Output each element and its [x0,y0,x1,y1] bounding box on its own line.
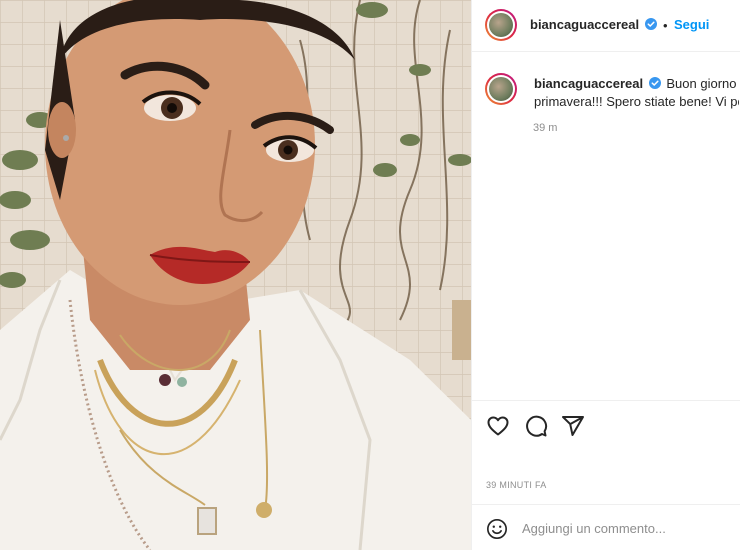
post-actions [472,400,740,450]
verified-badge-icon [648,77,661,89]
posted-time[interactable]: 39 MINUTI FA [486,480,547,490]
heart-icon[interactable] [486,414,510,438]
author-username[interactable]: biancaguaccereal [530,17,639,32]
caption-line2: primavera!!! Spero stiate bene! Vi por [534,94,739,109]
caption-avatar[interactable] [485,73,517,105]
verified-badge-icon [645,18,657,30]
separator-dot: • [663,18,668,33]
caption-timestamp[interactable]: 39 m [533,122,557,134]
caption-username[interactable]: biancaguaccereal [534,76,643,91]
caption-line1: Buon giorno r [666,76,739,91]
comment-input[interactable] [522,518,722,538]
post-side-panel: biancaguaccereal • Segui biancaguaccerea… [471,0,740,550]
post-photo[interactable] [0,0,471,550]
follow-button[interactable]: Segui [674,17,709,32]
author-avatar[interactable] [485,9,517,41]
post-caption: biancaguaccereal Buon giorno r primavera… [534,75,739,111]
comment-bar [472,504,740,550]
selfie-image [0,0,471,550]
post-header: biancaguaccereal • Segui [472,0,740,52]
smiley-icon[interactable] [486,518,508,540]
paper-plane-icon[interactable] [561,414,585,438]
comment-bubble-icon[interactable] [524,414,548,438]
